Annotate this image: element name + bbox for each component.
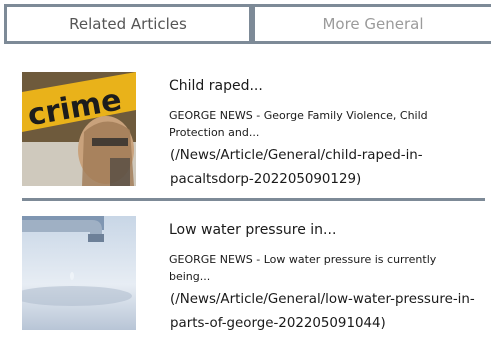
article-link-line: parts-of-george-202205091044) — [170, 316, 386, 331]
tab-bar: Related Articles More General — [4, 4, 491, 44]
tab-more-general-label: More General — [322, 15, 424, 33]
article-title[interactable]: Child raped... — [169, 78, 491, 94]
article-link[interactable]: (/News/Article/General/low-water-pressur… — [170, 288, 475, 336]
tab-underline — [4, 41, 491, 44]
article-thumbnail[interactable] — [22, 216, 136, 330]
article-link[interactable]: (/News/Article/General/child-raped-in- p… — [170, 144, 423, 192]
tab-related-articles-label: Related Articles — [69, 15, 187, 33]
tab-related-articles[interactable]: Related Articles — [4, 4, 252, 44]
article-link-line: (/News/Article/General/child-raped-in- — [170, 148, 423, 163]
water-tap-image — [22, 216, 136, 330]
article-summary: GEORGE NEWS - Low water pressure is curr… — [169, 253, 437, 283]
article-thumbnail[interactable]: crime — [22, 72, 136, 186]
article-link-line: (/News/Article/General/low-water-pressur… — [170, 292, 475, 307]
article-divider — [22, 198, 485, 201]
tab-more-general[interactable]: More General — [252, 4, 491, 44]
article-title[interactable]: Low water pressure in... — [169, 222, 491, 238]
article-summary: GEORGE NEWS - George Family Violence, Ch… — [169, 109, 428, 139]
article-link-line: pacaltsdorp-202205090129) — [170, 172, 362, 187]
crime-image: crime — [22, 72, 136, 186]
